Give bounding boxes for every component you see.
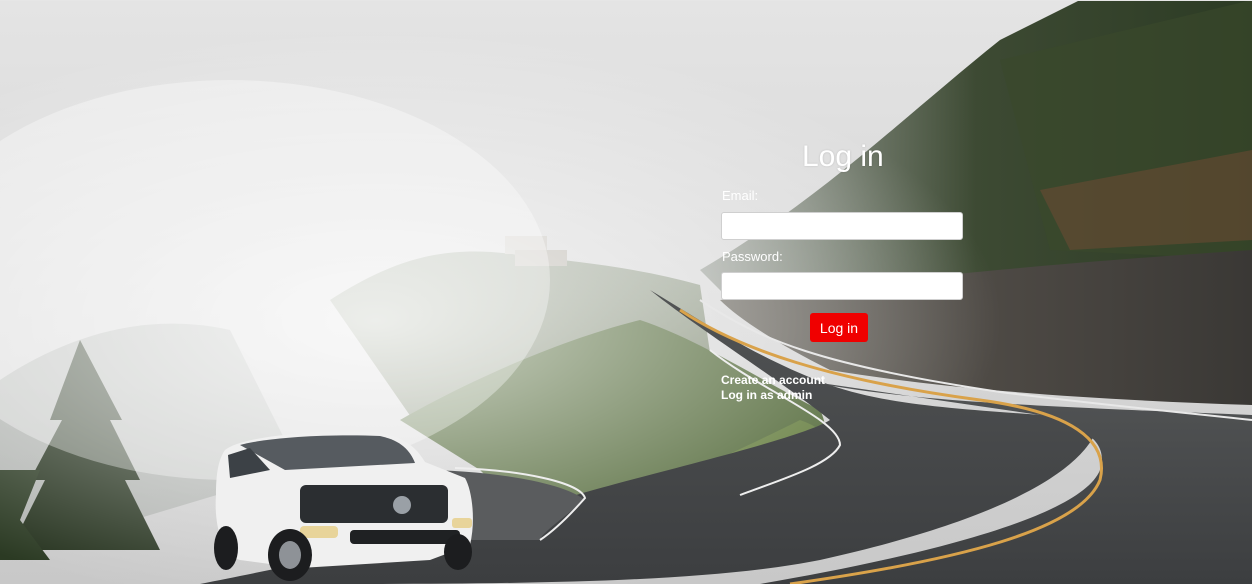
email-label: Email: [722,188,759,203]
background-photo-mountain-road [0,0,1252,584]
login-title: Log in [802,140,884,173]
login-page: Log in Email: Password: Log in Create an… [0,0,1252,584]
create-account-link[interactable]: Create an account [721,373,825,388]
admin-login-link[interactable]: Log in as admin [721,388,825,403]
email-input[interactable] [721,212,963,240]
password-label: Password: [722,249,783,264]
password-input[interactable] [721,272,963,300]
login-button[interactable]: Log in [810,313,868,342]
footer-links: Create an account Log in as admin [721,373,825,403]
top-border [0,0,1252,1]
